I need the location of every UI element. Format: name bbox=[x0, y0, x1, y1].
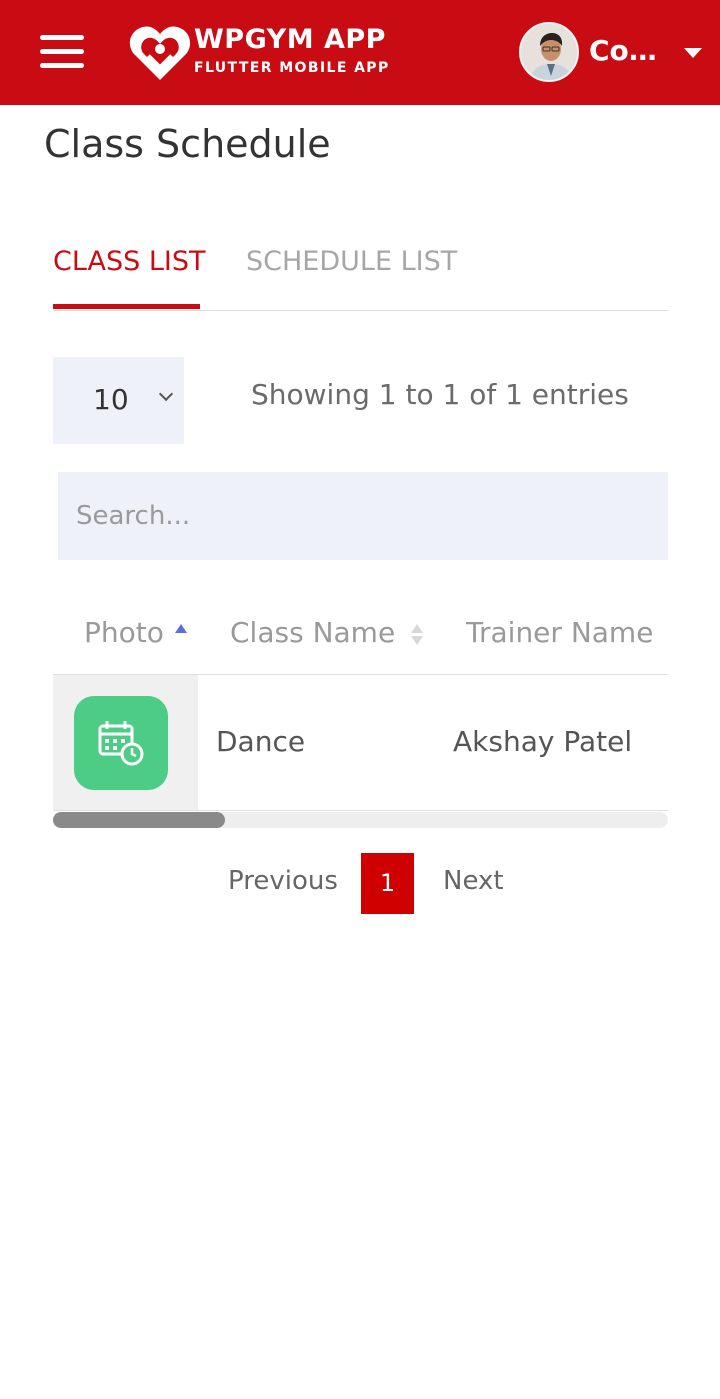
horizontal-scrollbar[interactable] bbox=[53, 812, 668, 828]
table-row[interactable]: Dance Akshay Patel bbox=[53, 675, 668, 811]
class-table: Photo Class Name Trainer Name Dance Aksh… bbox=[53, 596, 668, 828]
brand-title: WPGYM APP bbox=[194, 24, 386, 55]
search-input[interactable] bbox=[58, 472, 668, 560]
page-length-value: 10 bbox=[93, 383, 129, 416]
calendar-clock-icon bbox=[74, 696, 168, 790]
class-name-cell: Dance bbox=[216, 725, 306, 758]
top-app-bar: WPGYM APP FLUTTER MOBILE APP Con... bbox=[0, 0, 720, 105]
column-header-photo[interactable]: Photo bbox=[84, 616, 164, 649]
tab-schedule-list[interactable]: SCHEDULE LIST bbox=[246, 246, 457, 277]
table-info: Showing 1 to 1 of 1 entries bbox=[251, 378, 629, 411]
sort-up-icon bbox=[411, 624, 423, 633]
row-divider bbox=[53, 810, 668, 811]
chevron-down-icon bbox=[158, 386, 174, 402]
previous-page-button[interactable]: Previous bbox=[228, 866, 338, 896]
tab-bar: CLASS LIST SCHEDULE LIST bbox=[53, 240, 668, 311]
user-name[interactable]: Con... bbox=[589, 34, 669, 67]
column-header-trainer-name[interactable]: Trainer Name bbox=[466, 616, 653, 649]
column-header-label: Trainer Name bbox=[466, 616, 654, 649]
tab-class-list[interactable]: CLASS LIST bbox=[53, 246, 205, 277]
user-avatar[interactable] bbox=[519, 22, 579, 82]
page-length-select[interactable]: 10 bbox=[53, 357, 184, 444]
search-box bbox=[58, 472, 668, 560]
avatar-photo bbox=[521, 24, 577, 80]
page-1-button[interactable]: 1 bbox=[361, 853, 414, 914]
sort-ascending-icon bbox=[175, 624, 187, 633]
photo-cell bbox=[53, 675, 198, 811]
column-header-label: Photo bbox=[84, 616, 164, 649]
tab-active-indicator bbox=[53, 304, 200, 309]
brand-subtitle: FLUTTER MOBILE APP bbox=[194, 60, 390, 76]
scrollbar-thumb[interactable] bbox=[53, 812, 225, 828]
brand-logo: WPGYM APP FLUTTER MOBILE APP bbox=[128, 22, 398, 84]
hamburger-menu-icon[interactable] bbox=[40, 35, 84, 69]
trainer-name-cell: Akshay Patel bbox=[453, 725, 633, 758]
heart-logo-icon bbox=[129, 26, 191, 81]
sort-down-icon bbox=[411, 636, 423, 645]
page-title: Class Schedule bbox=[44, 122, 331, 166]
column-header-label: Class Name bbox=[230, 616, 396, 649]
next-page-button[interactable]: Next bbox=[443, 866, 504, 896]
column-header-class-name[interactable]: Class Name bbox=[230, 616, 395, 649]
caret-down-icon[interactable] bbox=[684, 48, 702, 58]
